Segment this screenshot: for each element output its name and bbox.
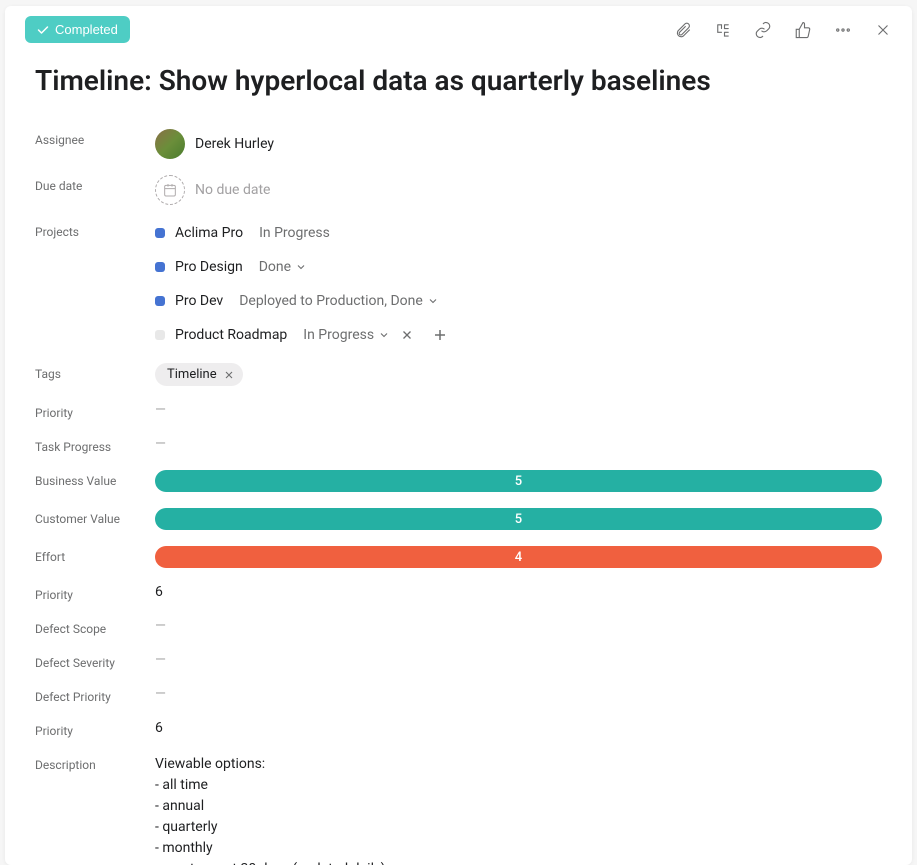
add-project-icon[interactable] [432, 327, 448, 343]
field-assignee: Assignee Derek Hurley [35, 121, 882, 167]
project-bullet-icon [155, 296, 165, 306]
field-defect-scope: Defect Scope — [35, 610, 882, 644]
completed-label: Completed [55, 22, 118, 37]
link-icon[interactable] [754, 21, 772, 39]
priority-value[interactable]: — [155, 402, 882, 418]
defect-severity-value[interactable]: — [155, 652, 882, 668]
customer-value-pill[interactable]: 5 [155, 508, 882, 530]
project-name: Aclima Pro [175, 225, 243, 241]
attachment-icon[interactable] [674, 21, 692, 39]
description-line: Viewable options: [155, 754, 882, 775]
label-priority-2: Priority [35, 584, 155, 602]
label-description: Description [35, 754, 155, 772]
task-progress-value[interactable]: — [155, 436, 882, 452]
defect-scope-value[interactable]: — [155, 618, 882, 634]
label-defect-severity: Defect Severity [35, 652, 155, 670]
chevron-down-icon [427, 295, 439, 307]
label-assignee: Assignee [35, 129, 155, 147]
label-effort: Effort [35, 546, 155, 564]
calendar-icon [155, 175, 185, 205]
project-row[interactable]: Aclima Pro In Progress [155, 221, 882, 245]
project-name: Pro Dev [175, 293, 223, 309]
like-icon[interactable] [794, 21, 812, 39]
task-content: Timeline: Show hyperlocal data as quarte… [5, 53, 912, 865]
priority-3-value[interactable]: 6 [155, 720, 882, 736]
tag-label: Timeline [167, 367, 217, 382]
remove-project-icon[interactable] [400, 328, 414, 342]
description-line: - all time [155, 775, 882, 796]
chevron-down-icon [295, 261, 307, 273]
field-customer-value: Customer Value 5 [35, 500, 882, 538]
field-description: Description Viewable options:- all time-… [35, 746, 882, 865]
project-name: Pro Design [175, 259, 243, 275]
project-bullet-icon [155, 228, 165, 238]
field-priority-3: Priority 6 [35, 712, 882, 746]
project-name: Product Roadmap [175, 327, 287, 343]
field-defect-severity: Defect Severity — [35, 644, 882, 678]
label-due-date: Due date [35, 175, 155, 193]
field-task-progress: Task Progress — [35, 428, 882, 462]
project-status[interactable]: In Progress [259, 225, 330, 241]
more-icon[interactable] [834, 21, 852, 39]
label-task-progress: Task Progress [35, 436, 155, 454]
task-modal: Completed Timeline: Show hyperlocal [5, 6, 912, 865]
field-priority-2: Priority 6 [35, 576, 882, 610]
field-projects: Projects Aclima Pro In Progress Pro Design… [35, 213, 882, 355]
label-customer-value: Customer Value [35, 508, 155, 526]
label-priority-3: Priority [35, 720, 155, 738]
project-row[interactable]: Pro Design Done [155, 255, 882, 279]
assignee-value[interactable]: Derek Hurley [155, 129, 882, 159]
due-date-value[interactable]: No due date [155, 175, 882, 205]
defect-priority-value[interactable]: — [155, 686, 882, 702]
project-row[interactable]: Product Roadmap In Progress [155, 323, 882, 347]
description-line: - annual [155, 796, 882, 817]
completed-button[interactable]: Completed [25, 16, 130, 43]
priority-2-value[interactable]: 6 [155, 584, 882, 600]
tag-chip[interactable]: Timeline [155, 363, 243, 386]
label-priority: Priority [35, 402, 155, 420]
description-line: - monthly [155, 838, 882, 859]
description-line: - most recent 30 days (updated daily) [155, 859, 882, 865]
field-due-date: Due date No due date [35, 167, 882, 213]
close-icon[interactable] [874, 21, 892, 39]
assignee-name: Derek Hurley [195, 136, 274, 152]
label-defect-scope: Defect Scope [35, 618, 155, 636]
project-bullet-icon [155, 262, 165, 272]
field-tags: Tags Timeline [35, 355, 882, 394]
subtask-icon[interactable] [714, 21, 732, 39]
project-bullet-icon [155, 330, 165, 340]
field-business-value: Business Value 5 [35, 462, 882, 500]
field-priority: Priority — [35, 394, 882, 428]
remove-tag-icon[interactable] [223, 369, 235, 381]
label-defect-priority: Defect Priority [35, 686, 155, 704]
check-icon [37, 24, 49, 36]
chevron-down-icon [378, 329, 390, 341]
toolbar-actions [674, 21, 892, 39]
project-status[interactable]: In Progress [303, 327, 390, 343]
label-tags: Tags [35, 363, 155, 381]
project-status[interactable]: Deployed to Production, Done [239, 293, 439, 309]
task-title[interactable]: Timeline: Show hyperlocal data as quarte… [35, 63, 882, 99]
project-row[interactable]: Pro Dev Deployed to Production, Done [155, 289, 882, 313]
label-business-value: Business Value [35, 470, 155, 488]
field-defect-priority: Defect Priority — [35, 678, 882, 712]
avatar [155, 129, 185, 159]
effort-pill[interactable]: 4 [155, 546, 882, 568]
description-body[interactable]: Viewable options:- all time- annual- qua… [155, 754, 882, 865]
description-line: - quarterly [155, 817, 882, 838]
field-effort: Effort 4 [35, 538, 882, 576]
task-toolbar: Completed [5, 6, 912, 53]
business-value-pill[interactable]: 5 [155, 470, 882, 492]
project-status[interactable]: Done [259, 259, 307, 275]
due-date-text: No due date [195, 182, 270, 198]
label-projects: Projects [35, 221, 155, 239]
